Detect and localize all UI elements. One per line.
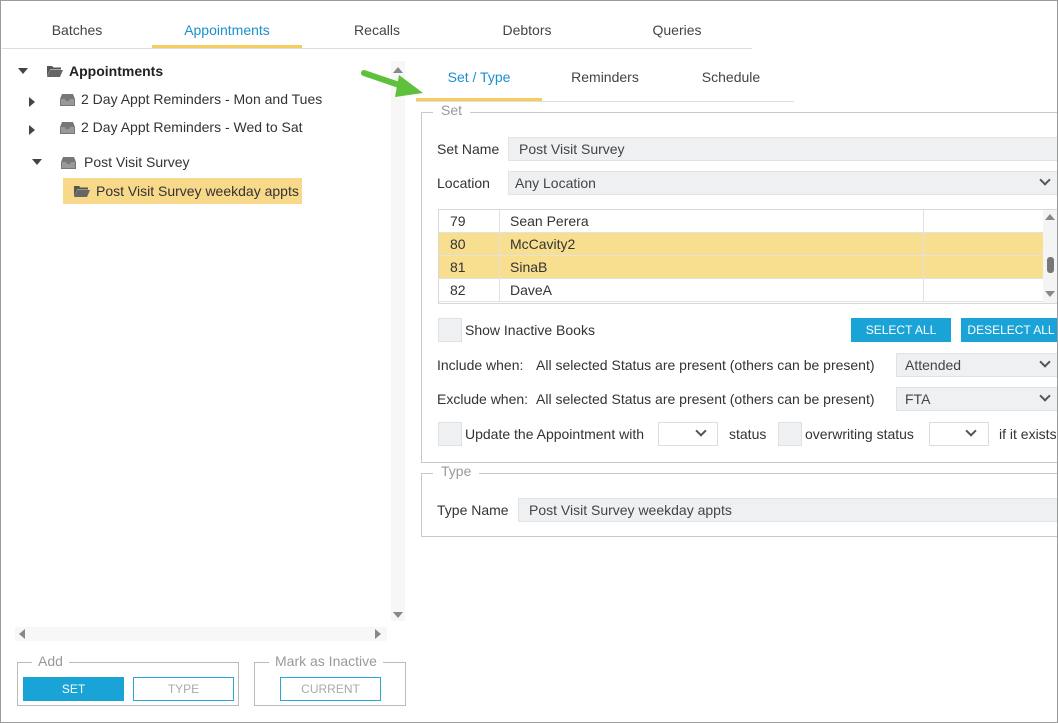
sub-tab-bar: Set / Type Reminders Schedule xyxy=(416,59,794,102)
app-window: Batches Appointments Recalls Debtors Que… xyxy=(0,0,1058,723)
tree-child-label: Post Visit Survey weekday appts xyxy=(96,183,299,199)
include-status-value: Attended xyxy=(905,357,962,373)
tab-schedule[interactable]: Schedule xyxy=(668,59,794,101)
add-set-button[interactable]: SET xyxy=(23,677,124,701)
add-group-legend: Add xyxy=(32,653,69,669)
tree-root-label: Appointments xyxy=(69,63,164,79)
tree-item[interactable]: 2 Day Appt Reminders - Wed to Sat xyxy=(26,114,346,140)
tree-item-label: 2 Day Appt Reminders - Wed to Sat xyxy=(81,119,303,135)
column-divider xyxy=(499,210,500,232)
select-all-button[interactable]: SELECT ALL xyxy=(851,318,951,342)
deselect-all-button[interactable]: DESELECT ALL xyxy=(961,318,1057,342)
update-appointment-label: Update the Appointment with xyxy=(465,426,645,442)
overwriting-status-label: overwriting status xyxy=(805,426,914,442)
exclude-when-label: Exclude when: xyxy=(437,391,529,407)
include-when-description: All selected Status are present (others … xyxy=(536,357,875,373)
scroll-down-icon[interactable] xyxy=(393,612,403,618)
location-select[interactable]: Any Location xyxy=(508,171,1057,195)
collapse-caret-icon[interactable] xyxy=(32,159,42,165)
mark-inactive-legend: Mark as Inactive xyxy=(269,653,383,669)
mark-inactive-group: Mark as Inactive CURRENT xyxy=(254,653,406,706)
scroll-right-icon[interactable] xyxy=(375,629,381,639)
scroll-left-icon[interactable] xyxy=(19,629,25,639)
exclude-status-value: FTA xyxy=(905,391,931,407)
tab-batches[interactable]: Batches xyxy=(2,11,152,48)
exclude-when-description: All selected Status are present (others … xyxy=(536,391,875,407)
tab-recalls[interactable]: Recalls xyxy=(302,11,452,48)
list-item[interactable]: 82 DaveA xyxy=(439,279,1044,302)
update-appointment-checkbox[interactable] xyxy=(438,422,462,446)
include-when-label: Include when: xyxy=(437,357,524,373)
add-group: Add SET TYPE xyxy=(17,653,239,706)
book-number: 82 xyxy=(450,282,466,298)
book-name: DaveA xyxy=(510,282,553,298)
list-item-selected[interactable]: 81 SinaB xyxy=(439,256,1044,279)
appointment-tree: Appointments 2 Day Appt Reminders - Mon … xyxy=(2,57,406,641)
tree-item[interactable]: Post Visit Survey xyxy=(30,149,350,175)
update-status-select[interactable] xyxy=(658,422,718,446)
column-divider xyxy=(499,256,500,278)
book-number: 80 xyxy=(450,236,466,252)
open-folder-icon xyxy=(74,186,90,197)
books-list-scrollbar[interactable] xyxy=(1043,210,1057,303)
scroll-down-icon[interactable] xyxy=(1045,291,1055,297)
set-tray-icon xyxy=(60,94,75,106)
tree-item[interactable]: 2 Day Appt Reminders - Mon and Tues xyxy=(26,86,346,112)
tab-appointments[interactable]: Appointments xyxy=(152,11,302,48)
book-name: SinaB xyxy=(510,259,548,275)
tab-debtors[interactable]: Debtors xyxy=(452,11,602,48)
expand-caret-icon[interactable] xyxy=(29,97,35,107)
include-status-select[interactable]: Attended xyxy=(896,353,1057,377)
current-button[interactable]: CURRENT xyxy=(280,677,381,701)
add-type-button[interactable]: TYPE xyxy=(133,677,234,701)
show-inactive-label: Show Inactive Books xyxy=(465,322,595,338)
list-item[interactable]: 79 Sean Perera xyxy=(439,210,1044,233)
tab-set-type[interactable]: Set / Type xyxy=(416,59,542,101)
tab-queries[interactable]: Queries xyxy=(602,11,752,48)
expand-caret-icon[interactable] xyxy=(29,125,35,135)
type-panel-legend: Type xyxy=(433,463,480,479)
top-tab-bar: Batches Appointments Recalls Debtors Que… xyxy=(2,11,752,49)
tree-root[interactable]: Appointments xyxy=(16,58,316,84)
status-label: status xyxy=(729,426,767,442)
set-tray-icon xyxy=(60,122,75,134)
book-number: 79 xyxy=(450,213,466,229)
book-name: Sean Perera xyxy=(510,213,589,229)
tab-reminders[interactable]: Reminders xyxy=(542,59,668,101)
tree-child-selected[interactable]: Post Visit Survey weekday appts xyxy=(63,178,302,204)
books-list[interactable]: 79 Sean Perera 80 McCavity2 81 SinaB 82 … xyxy=(438,209,1057,304)
type-name-input[interactable]: Post Visit Survey weekday appts xyxy=(518,498,1057,522)
column-divider xyxy=(923,210,924,232)
exclude-status-select[interactable]: FTA xyxy=(896,387,1057,411)
book-number: 81 xyxy=(450,259,466,275)
set-panel-legend: Set xyxy=(433,102,471,118)
list-item-selected[interactable]: 80 McCavity2 xyxy=(439,233,1044,256)
tree-horizontal-scrollbar[interactable] xyxy=(15,627,387,641)
location-value: Any Location xyxy=(515,175,596,191)
tree-item-label: Post Visit Survey xyxy=(84,154,190,170)
tree-item-label: 2 Day Appt Reminders - Mon and Tues xyxy=(81,91,323,107)
column-divider xyxy=(923,279,924,301)
type-name-label: Type Name xyxy=(437,502,509,518)
column-divider xyxy=(923,233,924,255)
scroll-thumb[interactable] xyxy=(1047,257,1054,273)
book-name: McCavity2 xyxy=(510,236,576,252)
set-name-label: Set Name xyxy=(437,141,500,157)
expand-caret-icon[interactable] xyxy=(18,68,28,74)
set-tray-icon xyxy=(61,157,76,169)
overwrite-status-select[interactable] xyxy=(929,422,989,446)
set-name-input[interactable]: Post Visit Survey xyxy=(508,137,1057,161)
open-folder-icon xyxy=(47,66,63,77)
column-divider xyxy=(923,256,924,278)
overwriting-status-checkbox[interactable] xyxy=(778,422,802,446)
tree-vertical-scrollbar[interactable] xyxy=(391,61,405,621)
location-label: Location xyxy=(437,175,490,191)
if-it-exists-label: if it exists xyxy=(999,426,1057,442)
show-inactive-checkbox[interactable] xyxy=(438,318,462,342)
column-divider xyxy=(499,233,500,255)
scroll-up-icon[interactable] xyxy=(1045,214,1055,220)
column-divider xyxy=(499,279,500,301)
